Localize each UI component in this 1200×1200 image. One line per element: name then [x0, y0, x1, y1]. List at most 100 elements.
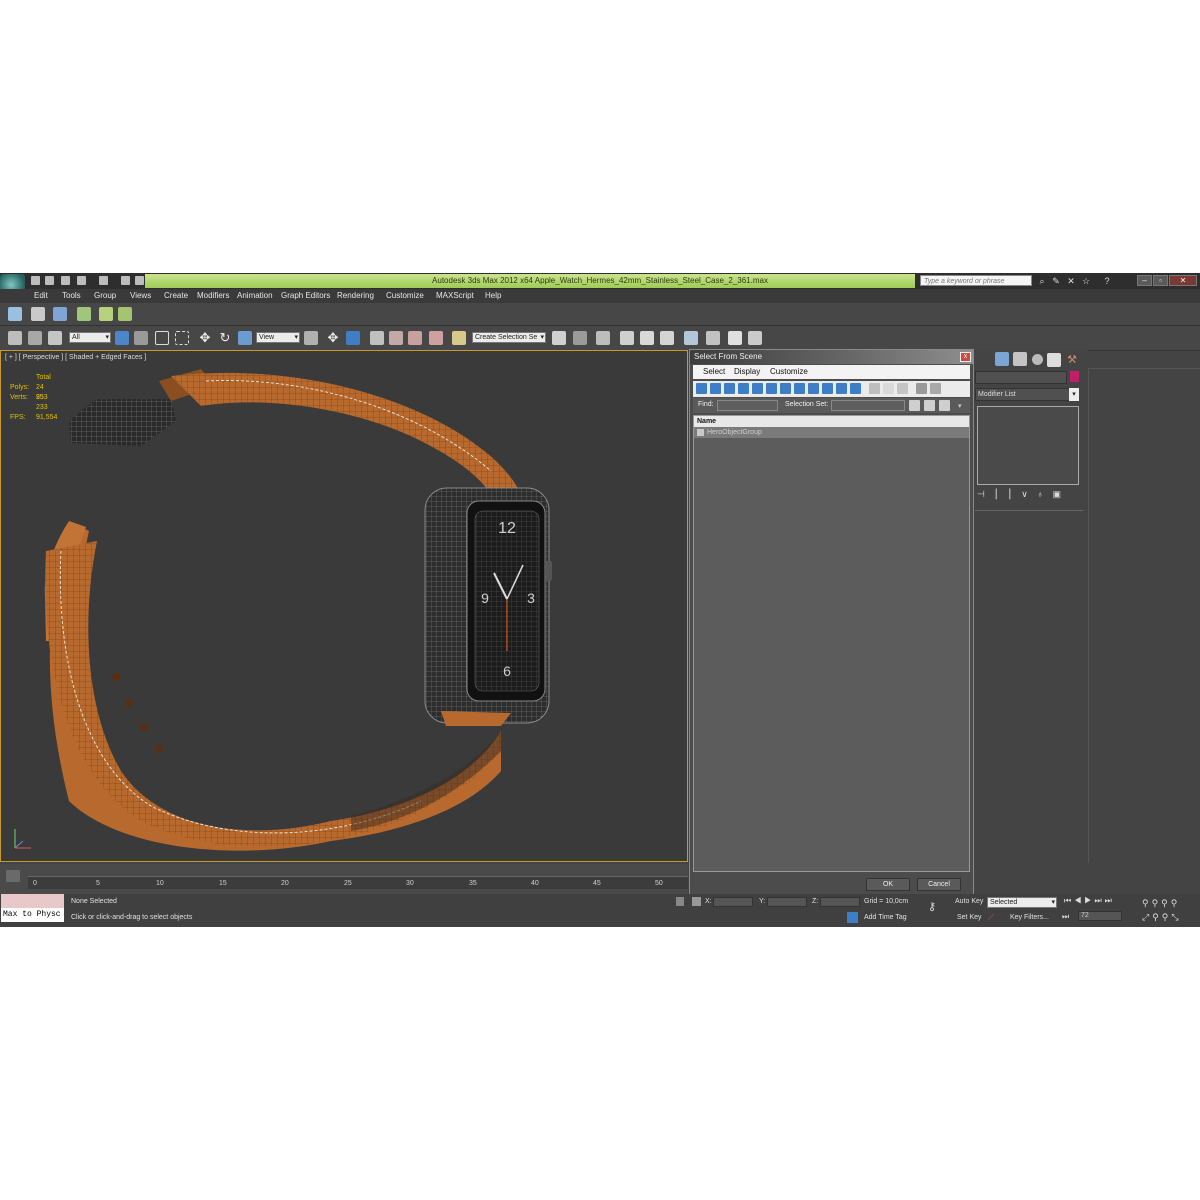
display-containers-icon[interactable] [822, 383, 833, 394]
new-file-icon[interactable] [31, 276, 40, 285]
absolute-mode-icon[interactable] [692, 897, 701, 906]
lock-selection-icon[interactable] [676, 897, 684, 906]
favorites-star-icon[interactable]: ☆ [1081, 276, 1091, 286]
schematic-view-icon[interactable] [660, 331, 674, 345]
graphite-ribbon-icon[interactable] [620, 331, 634, 345]
binoculars-icon[interactable]: ⌕ [1037, 276, 1047, 286]
percent-snap-icon[interactable] [408, 331, 422, 345]
manage-layers-icon[interactable] [53, 307, 67, 321]
menu-animation[interactable]: Animation [237, 291, 273, 300]
set-key-mode-icon[interactable]: ⚷ [928, 900, 948, 916]
track-bar[interactable]: 0 5 10 15 20 25 30 35 40 45 50 [28, 876, 688, 889]
utilities-tab-icon[interactable]: ⚒ [1065, 353, 1079, 367]
create-set-icon[interactable] [909, 400, 920, 411]
keyboard-shortcut-override-icon[interactable] [346, 331, 360, 345]
viewport-navigation-controls[interactable]: ⚲⚲⚲⚲ ⤢⚲⚲⤡ [1142, 896, 1198, 924]
manipulate-icon[interactable]: ✥ [326, 331, 340, 345]
menu-help[interactable]: Help [485, 291, 501, 300]
default-tangent-icon[interactable]: ⟋ [988, 912, 1000, 923]
menu-modifiers[interactable]: Modifiers [197, 291, 229, 300]
find-input[interactable] [717, 400, 778, 411]
help-icon[interactable]: ? [1102, 276, 1112, 286]
remove-from-set-icon[interactable] [939, 400, 950, 411]
render-setup-icon[interactable] [706, 331, 720, 345]
align-icon[interactable] [573, 331, 587, 345]
select-by-name-icon[interactable] [134, 331, 148, 345]
filter-icon[interactable] [916, 383, 927, 394]
z-coordinate-field[interactable] [820, 897, 860, 907]
rotate-icon[interactable]: ↻ [218, 331, 232, 345]
rectangular-selection-icon[interactable] [155, 331, 169, 345]
hierarchy-tab-icon[interactable] [1013, 352, 1027, 366]
spinner-snap-icon[interactable] [429, 331, 443, 345]
close-button[interactable]: ✕ [1169, 275, 1197, 286]
save-file-icon[interactable] [61, 276, 70, 285]
material-editor-icon[interactable] [684, 331, 698, 345]
add-to-set-icon[interactable] [924, 400, 935, 411]
display-groups-icon[interactable] [780, 383, 791, 394]
render-production-icon[interactable] [748, 331, 762, 345]
help-search-input[interactable]: Type a keyword or phrase [920, 275, 1032, 286]
modifier-stack[interactable] [977, 406, 1079, 485]
unlink-icon[interactable] [28, 331, 42, 345]
object-name-field[interactable] [975, 371, 1067, 384]
selection-set-dropdown[interactable] [831, 400, 905, 411]
key-mode-dropdown[interactable]: Selected [987, 897, 1057, 908]
selection-filter-dropdown[interactable]: All [69, 332, 111, 343]
display-frozen-icon[interactable] [836, 383, 847, 394]
menu-graph-editors[interactable]: Graph Editors [281, 291, 330, 300]
move-icon[interactable]: ✥ [198, 331, 212, 345]
anim-layer-delete-icon[interactable] [118, 307, 132, 321]
menu-create[interactable]: Create [164, 291, 188, 300]
communication-center-icon[interactable]: ✕ [1066, 276, 1076, 286]
display-geometry-icon[interactable] [696, 383, 707, 394]
named-selection-set-dropdown[interactable]: Create Selection Se [472, 332, 546, 343]
add-time-tag-button[interactable]: Add Time Tag [864, 914, 907, 921]
mini-curve-editor-icon[interactable] [6, 870, 20, 882]
playback-controls[interactable]: ⏮◀▶⏭⏭ [1064, 896, 1134, 908]
ok-button[interactable]: OK [866, 878, 910, 891]
current-frame-field[interactable]: 72 [1078, 911, 1122, 921]
minimize-button[interactable]: – [1137, 275, 1152, 286]
menu-group[interactable]: Group [94, 291, 116, 300]
layers-icon[interactable] [31, 307, 45, 321]
select-invert-icon[interactable] [897, 383, 908, 394]
filter-options-icon[interactable] [930, 383, 941, 394]
display-cameras-icon[interactable] [738, 383, 749, 394]
auto-key-button[interactable]: Auto Key [955, 898, 983, 905]
display-tab-icon[interactable] [1047, 353, 1061, 367]
dialog-menu-customize[interactable]: Customize [770, 367, 808, 376]
x-coordinate-field[interactable] [713, 897, 753, 907]
time-config-icon[interactable]: ⏭ [1062, 912, 1074, 922]
object-color-swatch[interactable] [1070, 371, 1079, 382]
modifier-list-arrow-icon[interactable]: ▾ [1069, 388, 1079, 401]
curve-editor-icon[interactable] [640, 331, 654, 345]
dialog-menu-display[interactable]: Display [734, 367, 760, 376]
set-key-button[interactable]: Set Key [957, 914, 982, 921]
dialog-close-button[interactable]: x [960, 352, 971, 362]
display-shapes-icon[interactable] [710, 383, 721, 394]
display-hidden-icon[interactable] [850, 383, 861, 394]
menu-rendering[interactable]: Rendering [337, 291, 374, 300]
anim-layer-add-icon[interactable] [99, 307, 113, 321]
snaps-toggle-icon[interactable] [370, 331, 384, 345]
menu-customize[interactable]: Customize [386, 291, 424, 300]
link-icon[interactable] [8, 331, 22, 345]
project-folder-icon[interactable] [121, 276, 130, 285]
modify-tab-icon[interactable] [995, 352, 1009, 366]
list-item[interactable]: HeroObjectGroup [694, 427, 969, 438]
menu-edit[interactable]: Edit [34, 291, 48, 300]
menu-views[interactable]: Views [130, 291, 151, 300]
display-spacewarps-icon[interactable] [766, 383, 777, 394]
quick-access-dropdown-icon[interactable] [135, 276, 144, 285]
layer-manager-icon[interactable] [596, 331, 610, 345]
scale-icon[interactable] [238, 331, 252, 345]
select-object-icon[interactable] [115, 331, 129, 345]
container-icon[interactable] [8, 307, 22, 321]
modifier-stack-controls[interactable]: ⊣⎮⎮∨♁▣ [977, 489, 1079, 503]
bind-spacewarp-icon[interactable] [48, 331, 62, 345]
rendered-frame-window-icon[interactable] [728, 331, 742, 345]
restore-button[interactable]: ▫ [1153, 275, 1168, 286]
redo-icon[interactable] [99, 276, 108, 285]
modifier-list-dropdown[interactable]: Modifier List [975, 388, 1079, 401]
